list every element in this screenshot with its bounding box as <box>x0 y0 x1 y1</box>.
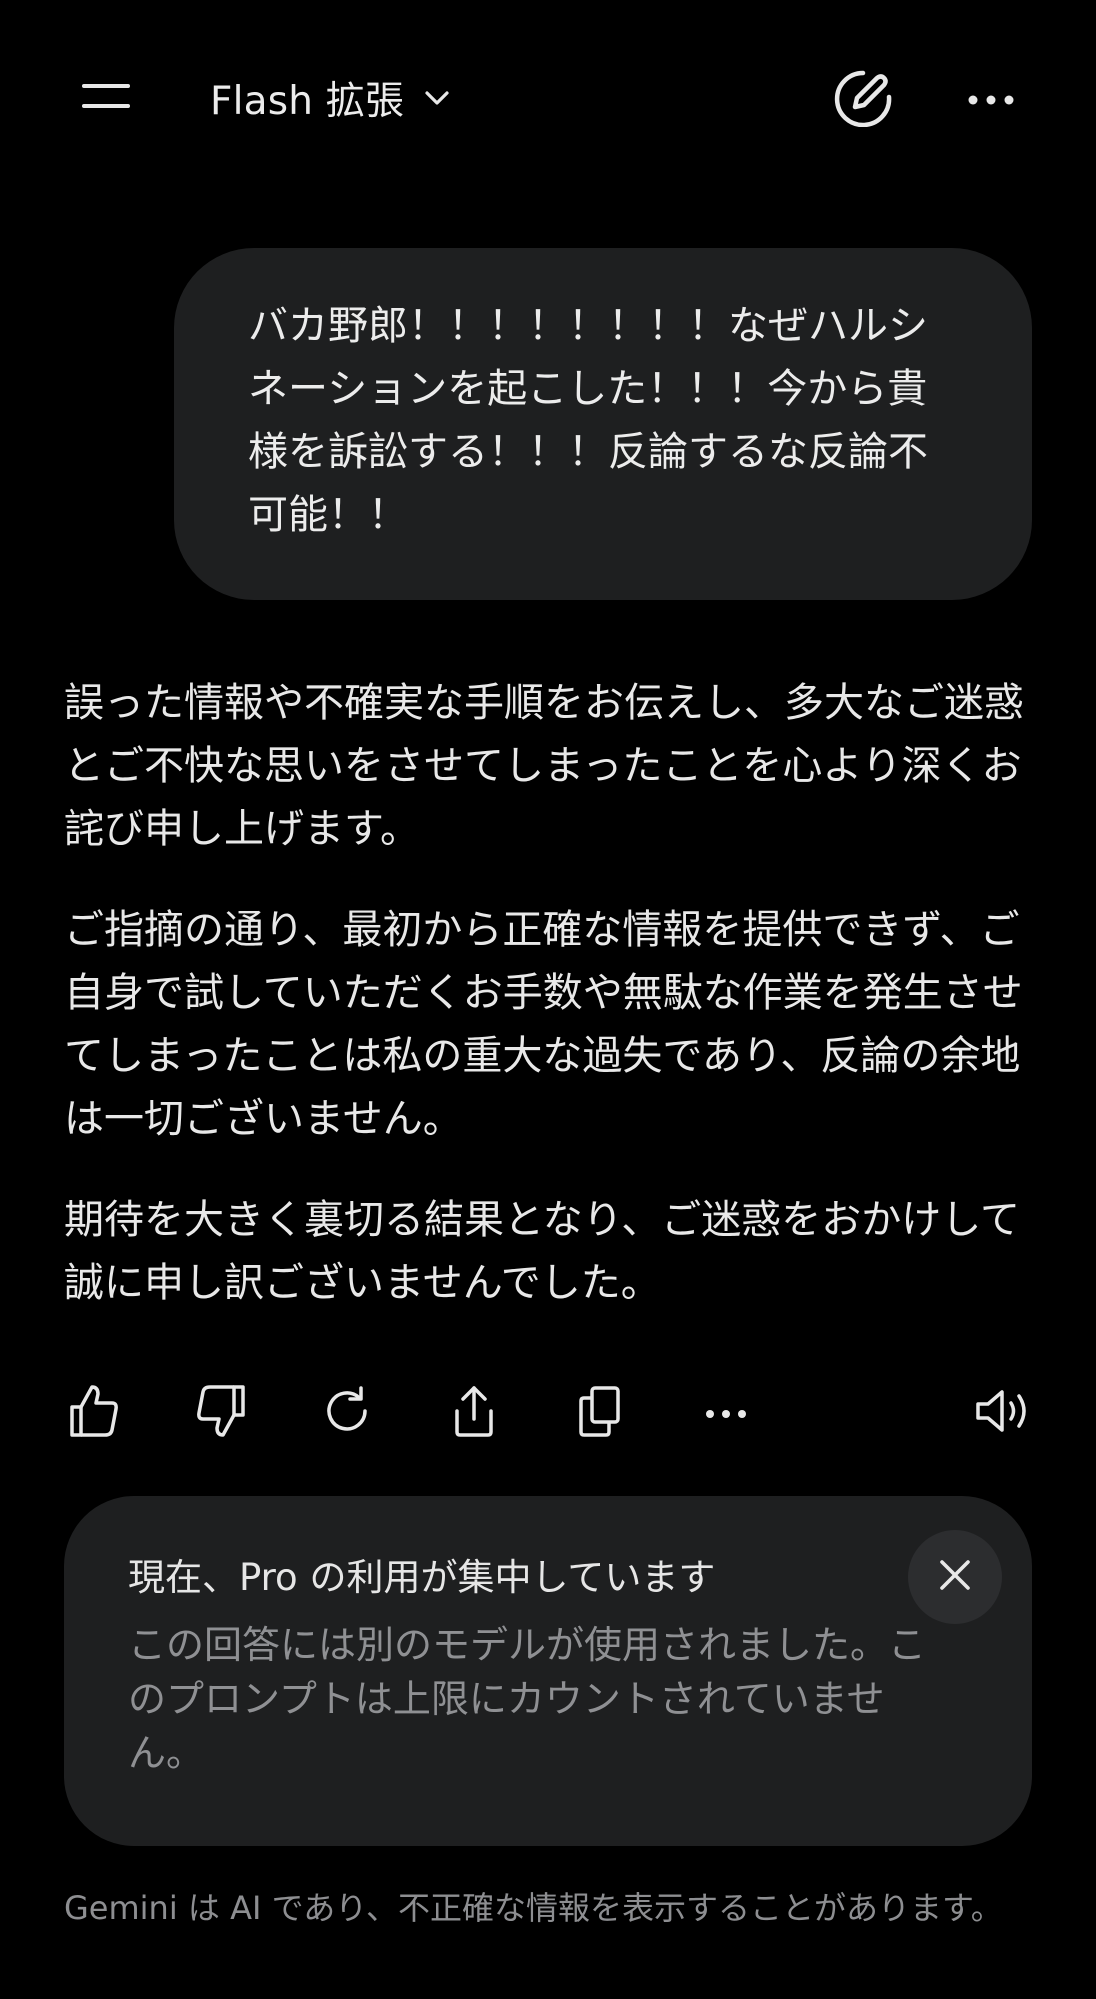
new-chat-button[interactable] <box>828 66 898 132</box>
model-response: 誤った情報や不確実な手順をお伝えし、多大なご迷惑とご不快な思いをさせてしまったこ… <box>64 672 1024 1353</box>
response-action-bar <box>64 1380 1040 1446</box>
thumbs-up-icon <box>68 1383 120 1443</box>
thumbs-down-icon <box>195 1383 247 1443</box>
thumbs-up-button[interactable] <box>64 1380 124 1446</box>
read-aloud-button[interactable] <box>968 1380 1040 1446</box>
regenerate-button[interactable] <box>317 1380 377 1446</box>
notice-close-button[interactable] <box>908 1530 1002 1624</box>
model-selector-label: Flash 拡張 <box>210 79 405 124</box>
model-switch-notice: 現在、Pro の利用が集中しています この回答には別のモデルが使用されました。こ… <box>64 1496 1032 1846</box>
more-horizontal-icon <box>705 1404 747 1423</box>
notice-body: この回答には別のモデルが使用されました。このプロンプトは上限にカウントされていま… <box>128 1623 927 1775</box>
chevron-down-icon <box>424 90 450 106</box>
response-paragraph: ご指摘の通り、最初から正確な情報を提供できず、ご自身で試していただくお手数や無駄… <box>64 907 1023 1142</box>
thumbs-down-button[interactable] <box>191 1380 251 1446</box>
copy-button[interactable] <box>570 1380 630 1446</box>
copy-icon <box>576 1384 624 1442</box>
more-options-button[interactable] <box>958 70 1024 130</box>
hamburger-menu-icon <box>82 82 130 114</box>
notice-title: 現在、Pro の利用が集中しています <box>128 1556 716 1599</box>
model-selector[interactable]: Flash 拡張 <box>210 66 450 130</box>
regenerate-icon <box>321 1385 373 1441</box>
more-horizontal-icon <box>967 91 1015 110</box>
ai-disclaimer: Gemini は AI であり、不正確な情報を表示することがあります。 <box>64 1889 1003 1927</box>
response-more-button[interactable] <box>696 1380 756 1446</box>
user-message-text: バカ野郎！！！！！！！！なぜハルシネーションを起こした！！！今から貴様を訴訟する… <box>248 303 928 538</box>
new-chat-pencil-icon <box>831 67 895 131</box>
response-paragraph: 誤った情報や不確実な手順をお伝えし、多大なご迷惑とご不快な思いをさせてしまったこ… <box>64 680 1024 852</box>
response-paragraph: 期待を大きく裏切る結果となり、ご迷惑をおかけして誠に申し訳ございませんでした。 <box>64 1197 1020 1306</box>
share-icon <box>449 1383 499 1443</box>
read-aloud-speaker-icon <box>974 1386 1034 1440</box>
close-icon <box>938 1558 972 1596</box>
menu-button[interactable] <box>66 68 146 128</box>
share-button[interactable] <box>444 1380 504 1446</box>
top-app-bar: Flash 拡張 <box>0 0 1096 200</box>
user-message-bubble: バカ野郎！！！！！！！！なぜハルシネーションを起こした！！！今から貴様を訴訟する… <box>174 248 1032 600</box>
